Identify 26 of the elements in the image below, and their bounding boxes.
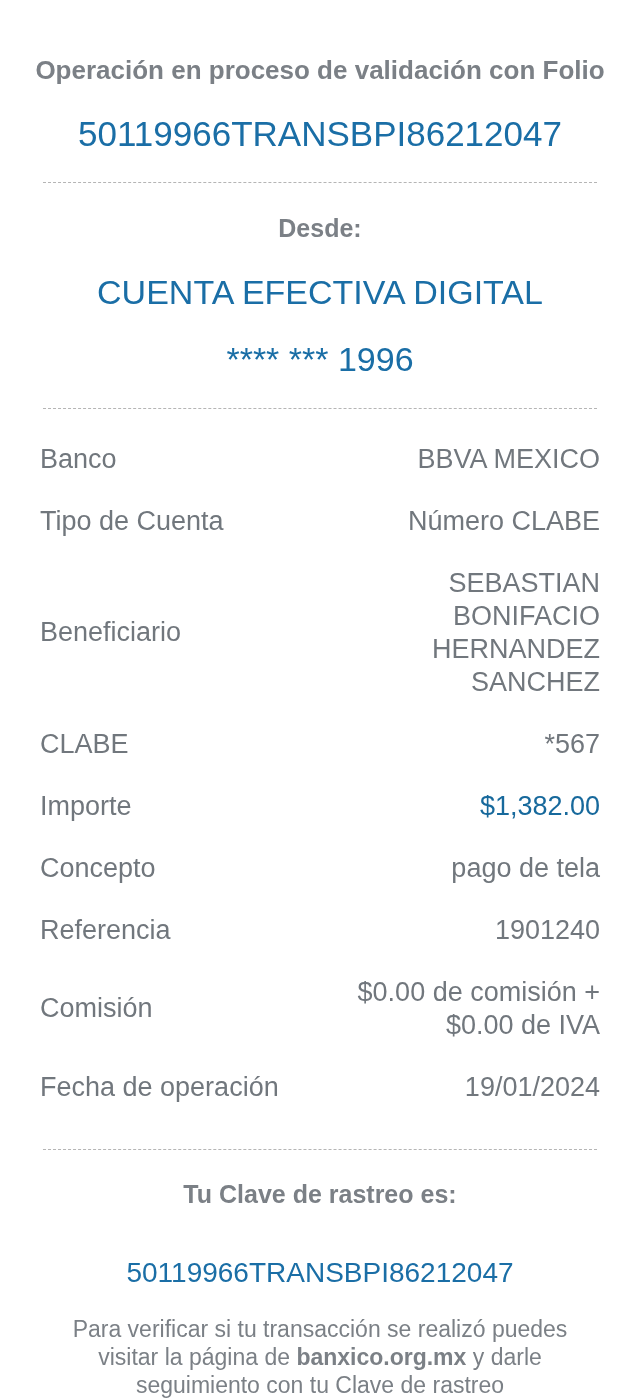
verification-note: Para verificar si tu transacción se realizó puedes visitar la página de banxico.org.mx y darle seguimiento con tu Clave de rastreo: [71, 1315, 569, 1398]
detail-label: Tipo de Cuenta: [40, 504, 224, 538]
detail-value: 1901240: [494, 913, 600, 947]
account-name: CUENTA EFECTIVA DIGITAL: [97, 272, 543, 312]
detail-value: SEBASTIAN BONIFACIO HERNANDEZ SANCHEZ: [431, 566, 600, 699]
detail-value: Número CLABE: [407, 504, 600, 538]
detail-label: Referencia: [40, 913, 171, 947]
tracking-code: 50119966TRANSBPI86212047: [126, 1256, 514, 1290]
detail-value: BBVA MEXICO: [417, 442, 600, 476]
detail-value: $0.00 de comisión + $0.00 de IVA: [356, 975, 600, 1042]
detail-value: 19/01/2024: [464, 1070, 600, 1104]
detail-label: Importe: [40, 789, 132, 823]
folio-number: 50119966TRANSBPI86212047: [78, 114, 562, 154]
amount-value: $1,382.00: [479, 789, 600, 823]
detail-label: CLABE: [40, 727, 129, 761]
detail-label: Beneficiario: [40, 616, 182, 649]
detail-label: Fecha de operación: [40, 1070, 279, 1104]
tracking-label: Tu Clave de rastreo es:: [183, 1179, 457, 1210]
detail-label: Concepto: [40, 851, 156, 885]
detail-value: *567: [544, 727, 600, 761]
account-number: **** *** 1996: [226, 339, 414, 379]
status-title: Operación en proceso de validación con Folio: [35, 54, 605, 87]
detail-label: Comisión: [40, 992, 153, 1025]
detail-value: pago de tela: [451, 851, 600, 885]
detail-label: Banco: [40, 442, 117, 476]
origin-label: Desde:: [278, 213, 362, 244]
